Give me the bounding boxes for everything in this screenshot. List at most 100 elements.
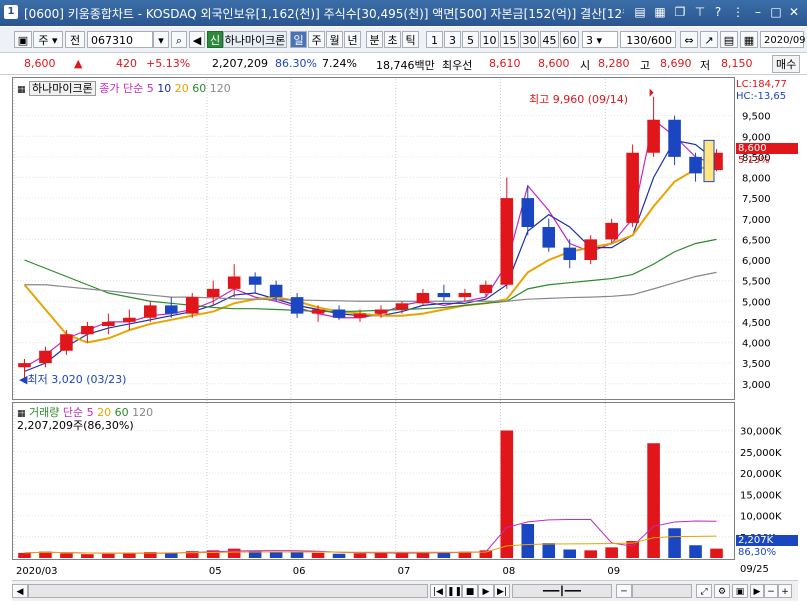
price-volume-chart[interactable]: 9,5009,0008,5008,0007,5007,0006,5006,000…	[12, 77, 798, 581]
candle-body	[584, 239, 597, 260]
lock-icon[interactable]: ▣	[732, 584, 748, 598]
candle-body	[102, 321, 115, 326]
interval-10[interactable]: 10	[480, 31, 499, 48]
price-panel-name[interactable]: 하나마이크론	[29, 81, 96, 96]
menu-icon[interactable]: ⋮	[730, 4, 746, 20]
window-list-icon[interactable]: ▦	[652, 4, 668, 20]
first-icon[interactable]: |◀	[430, 584, 446, 598]
interval-1[interactable]: 1	[426, 31, 443, 48]
tab-year[interactable]: 년	[344, 31, 361, 48]
volume-current: 2,207,209주(86,30%)	[17, 419, 134, 432]
period-select[interactable]: 주 ▾	[33, 31, 63, 48]
candle-body	[311, 309, 325, 314]
x-tick-label: 08	[503, 566, 516, 577]
config-icon[interactable]: ▦	[740, 31, 758, 48]
window-title: [0600] 키움종합차트 - KOSDAQ 외국인보유[1,162(천)] 주…	[24, 7, 624, 21]
candle-body	[185, 297, 199, 314]
volume-bar	[332, 553, 346, 558]
expand-icon[interactable]: ⤢	[696, 584, 712, 598]
settings-icon[interactable]: ⚙	[714, 584, 730, 598]
interval-5[interactable]: 5	[462, 31, 479, 48]
draw-icon[interactable]: ↗	[700, 31, 718, 48]
tab-month[interactable]: 월	[326, 31, 343, 48]
candle-body	[290, 297, 304, 314]
scroll-left-icon[interactable]: ◀	[12, 584, 28, 598]
search-icon[interactable]: ⌕	[171, 31, 187, 48]
pin-icon[interactable]: ⊤	[692, 4, 708, 20]
tab-minute[interactable]: 분	[366, 31, 383, 48]
volume-pct-tag: 86,30%	[738, 547, 777, 558]
volume-bar	[542, 543, 556, 558]
low-price: 8,150	[721, 57, 753, 70]
code-dropdown-icon[interactable]: ▾	[153, 31, 169, 48]
volume-value: 2,207,209	[212, 57, 268, 70]
speaker-icon[interactable]: ◀	[189, 31, 205, 48]
toolbar: ▣ 주 ▾ 전 067310 ▾ ⌕ ◀ 신 하나마이크론 일 주 월 년 분 …	[0, 27, 807, 53]
volume-tick-label: 15,000K	[740, 490, 782, 501]
open-label: 시	[580, 59, 591, 72]
interval-3[interactable]: 3	[444, 31, 461, 48]
candle-body	[39, 350, 52, 364]
zoom-track[interactable]	[632, 584, 692, 598]
zoom-slider[interactable]: ━━━┃━━━	[512, 584, 612, 598]
best-quote-label: 최우선	[442, 59, 473, 72]
volume-tick-label: 20,000K	[740, 469, 782, 480]
volume-tick-label: 25,000K	[740, 448, 782, 459]
tab-day[interactable]: 일	[290, 31, 307, 48]
low-annotation: ◀최저 3,020 (03/23)	[19, 371, 126, 387]
window-number: 1	[4, 5, 18, 19]
chart-area[interactable]: 9,500 9,000 8,500 8,000 7,500 7,000 6,500 6,000…	[12, 77, 798, 581]
chart-type-icon[interactable]: ▣	[14, 31, 32, 48]
interval-select[interactable]: 3 ▾	[582, 31, 618, 48]
zoom-plus-icon[interactable]: +	[778, 584, 792, 598]
restore-icon[interactable]: ❐	[672, 4, 688, 20]
help-icon[interactable]: ?	[710, 4, 726, 20]
trade-amount: 18,746백만	[376, 59, 435, 72]
stop-icon[interactable]: ■	[462, 584, 478, 598]
candle-body	[458, 293, 472, 298]
scroll-track[interactable]	[28, 584, 428, 598]
save-icon[interactable]: ▤	[720, 31, 738, 48]
ask-price: 8,610	[489, 57, 521, 70]
bid-price: 8,600	[538, 57, 570, 70]
hc-value: HC:-13,65	[736, 91, 787, 102]
high-annotation: 최고 9,960 (09/14)	[529, 93, 629, 106]
candle-body	[269, 284, 283, 298]
interval-60[interactable]: 60	[560, 31, 579, 48]
zoom-out-icon[interactable]: ─	[616, 584, 632, 598]
price-tick-label: 9,500	[742, 112, 771, 123]
low-label: 저	[700, 59, 711, 72]
next-icon[interactable]: ▶	[478, 584, 494, 598]
scroll-right-icon[interactable]: ▶	[750, 584, 764, 598]
volume-bar	[710, 548, 723, 558]
interval-15[interactable]: 15	[500, 31, 519, 48]
volume-bar	[647, 443, 660, 558]
tile-icon[interactable]: ▤	[632, 4, 648, 20]
volume-bar	[269, 552, 283, 558]
pause-icon[interactable]: ❚❚	[446, 584, 462, 598]
interval-30[interactable]: 30	[520, 31, 539, 48]
last-icon[interactable]: ▶|	[494, 584, 510, 598]
maximize-icon[interactable]: □	[768, 4, 784, 20]
tab-second[interactable]: 초	[384, 31, 401, 48]
prev-button[interactable]: 전	[65, 31, 85, 48]
tab-tick[interactable]: 틱	[402, 31, 419, 48]
close-icon[interactable]: ✕	[786, 4, 802, 20]
price-tick-label: 6,500	[742, 235, 771, 246]
x-tick-label: 05	[209, 566, 222, 577]
candle-body	[437, 293, 451, 298]
zoom-minus-icon[interactable]: −	[764, 584, 778, 598]
ma10-label: 10	[157, 82, 172, 95]
stock-code-input[interactable]: 067310	[87, 31, 153, 48]
count-input[interactable]: 130/600	[620, 31, 676, 48]
volume-bar	[668, 528, 681, 558]
stock-name: 하나마이크론	[223, 31, 287, 48]
candle-body	[416, 293, 430, 304]
buy-button[interactable]: 매수	[772, 55, 801, 73]
price-tick-label: 8,000	[742, 174, 771, 185]
minimize-icon[interactable]: –	[750, 4, 766, 20]
tab-week[interactable]: 주	[308, 31, 325, 48]
fit-icon[interactable]: ⇔	[680, 31, 698, 48]
interval-45[interactable]: 45	[540, 31, 559, 48]
date-input[interactable]: 2020/09	[760, 31, 806, 48]
